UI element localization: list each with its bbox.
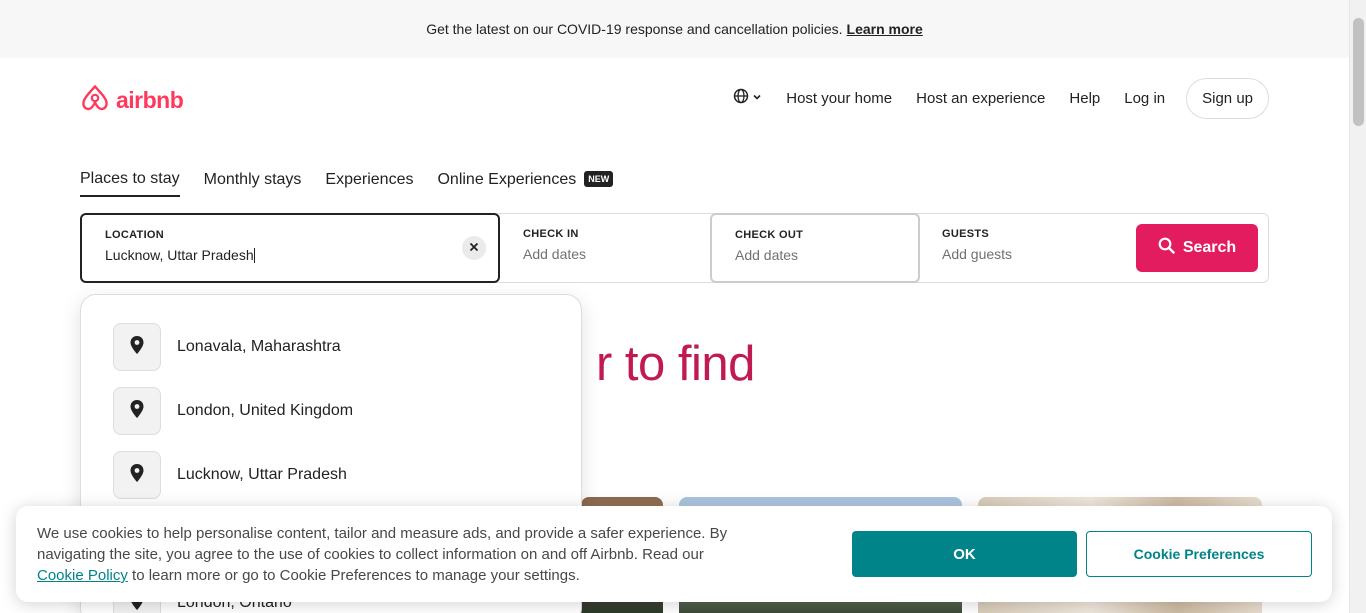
suggestion-item[interactable]: Lonavala, Maharashtra bbox=[113, 323, 341, 371]
checkin-placeholder: Add dates bbox=[523, 246, 587, 262]
location-label: LOCATION bbox=[105, 229, 165, 241]
clear-location-button[interactable] bbox=[462, 236, 486, 260]
location-field[interactable]: LOCATION Lucknow, Uttar Pradesh bbox=[80, 213, 500, 283]
covid-banner: Get the latest on our COVID-19 response … bbox=[0, 0, 1349, 58]
help-link[interactable]: Help bbox=[1057, 80, 1112, 117]
banner-text: Get the latest on our COVID-19 response … bbox=[426, 21, 843, 37]
cookie-consent-banner: We use cookies to help personalise conte… bbox=[16, 506, 1332, 602]
hero-heading: r to find bbox=[596, 337, 755, 391]
cookie-text: We use cookies to help personalise conte… bbox=[37, 523, 737, 586]
suggestion-item[interactable]: Lucknow, Uttar Pradesh bbox=[113, 451, 347, 499]
checkout-placeholder: Add dates bbox=[735, 247, 799, 263]
tab-monthly-stays[interactable]: Monthly stays bbox=[204, 171, 302, 196]
scrollbar[interactable] bbox=[1349, 0, 1366, 613]
map-pin-icon bbox=[130, 335, 144, 359]
cookie-ok-button[interactable]: OK bbox=[852, 531, 1077, 577]
checkout-field[interactable]: CHECK OUT Add dates bbox=[710, 213, 920, 283]
checkin-field[interactable]: CHECK IN Add dates bbox=[500, 214, 710, 284]
checkout-label: CHECK OUT bbox=[735, 229, 804, 241]
close-icon bbox=[469, 239, 479, 257]
globe-icon bbox=[733, 88, 749, 109]
search-tabs: Places to stay Monthly stays Experiences… bbox=[80, 170, 614, 197]
guests-placeholder: Add guests bbox=[942, 246, 1013, 262]
search-bar: CHECK IN Add dates CHECK OUT Add dates G… bbox=[80, 213, 1269, 283]
signup-button[interactable]: Sign up bbox=[1186, 77, 1269, 119]
login-link[interactable]: Log in bbox=[1112, 80, 1177, 117]
suggestion-label: Lonavala, Maharashtra bbox=[177, 338, 341, 355]
suggestion-label: Lucknow, Uttar Pradesh bbox=[177, 466, 347, 483]
suggestion-item[interactable]: London, United Kingdom bbox=[113, 387, 353, 435]
language-button[interactable] bbox=[721, 78, 774, 119]
guests-label: GUESTS bbox=[942, 228, 990, 240]
airbnb-belo-icon bbox=[80, 81, 110, 119]
cookie-policy-link[interactable]: Cookie Policy bbox=[37, 567, 128, 584]
map-pin-icon bbox=[130, 399, 144, 423]
search-button[interactable]: Search bbox=[1136, 224, 1258, 272]
host-home-link[interactable]: Host your home bbox=[774, 80, 904, 117]
search-button-label: Search bbox=[1182, 239, 1237, 256]
text-caret bbox=[253, 248, 255, 263]
host-experience-link[interactable]: Host an experience bbox=[904, 80, 1057, 117]
tab-online-experiences-label: Online Experiences bbox=[437, 171, 577, 188]
logo-wordmark: airbnb bbox=[116, 86, 184, 113]
tab-places-to-stay[interactable]: Places to stay bbox=[80, 170, 180, 197]
search-icon bbox=[1158, 237, 1175, 259]
cookie-message-end: to learn more or go to Cookie Preference… bbox=[132, 567, 580, 584]
pin-box bbox=[113, 451, 161, 499]
new-badge: NEW bbox=[584, 171, 614, 187]
pin-box bbox=[113, 387, 161, 435]
cookie-message: We use cookies to help personalise conte… bbox=[37, 525, 728, 563]
scrollbar-thumb[interactable] bbox=[1353, 18, 1364, 126]
top-nav: Host your home Host an experience Help L… bbox=[721, 77, 1269, 119]
location-input[interactable]: Lucknow, Uttar Pradesh bbox=[105, 247, 254, 263]
guests-field[interactable]: GUESTS Add guests bbox=[919, 214, 1129, 284]
airbnb-logo[interactable]: airbnb bbox=[80, 81, 184, 119]
suggestion-label: London, United Kingdom bbox=[177, 402, 354, 419]
chevron-down-icon bbox=[752, 89, 762, 107]
pin-box bbox=[113, 323, 161, 371]
learn-more-link[interactable]: Learn more bbox=[847, 21, 923, 37]
cookie-preferences-button[interactable]: Cookie Preferences bbox=[1086, 531, 1312, 577]
tab-experiences[interactable]: Experiences bbox=[325, 171, 413, 196]
map-pin-icon bbox=[130, 463, 144, 487]
tab-online-experiences[interactable]: Online Experiences NEW bbox=[437, 171, 614, 196]
checkin-label: CHECK IN bbox=[523, 228, 579, 240]
